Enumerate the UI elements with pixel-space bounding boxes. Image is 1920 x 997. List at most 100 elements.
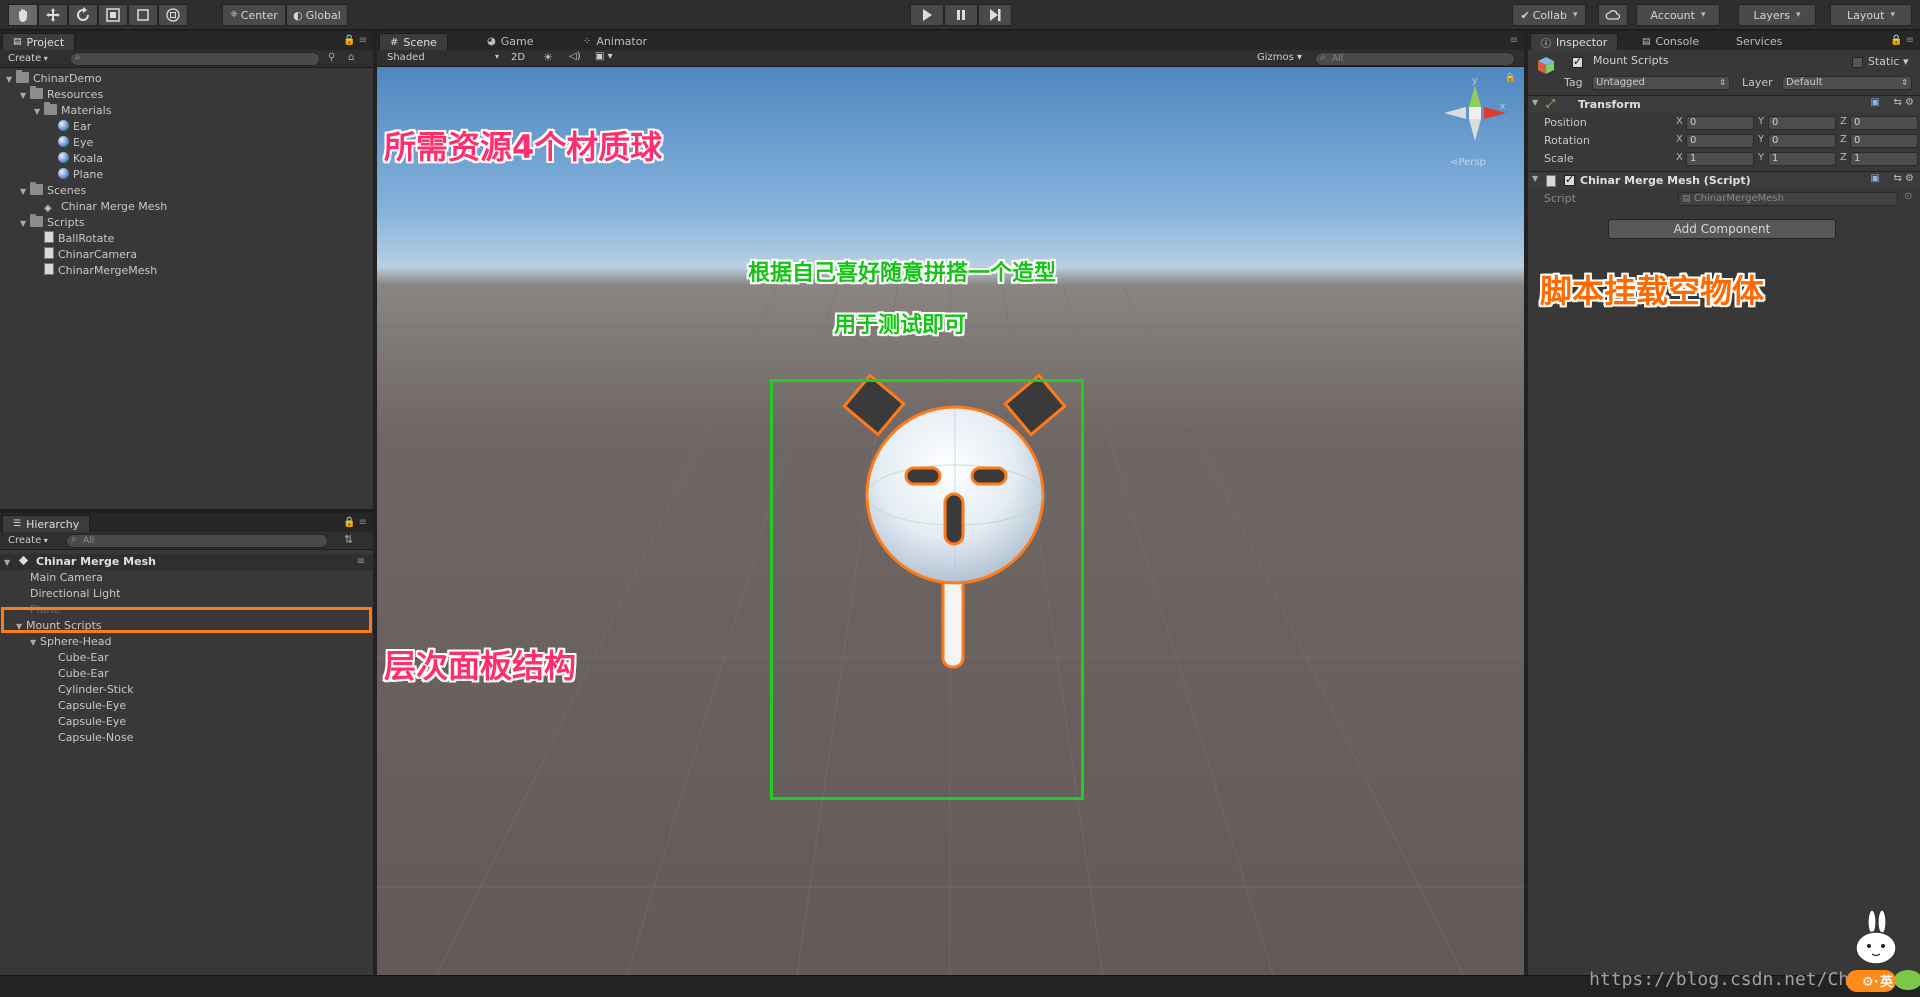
static-dropdown[interactable]: Static ▾ — [1868, 54, 1908, 70]
account-dropdown[interactable]: Account — [1636, 4, 1720, 26]
expand-arrow-icon[interactable]: ▼ — [30, 635, 40, 651]
pos-y-field[interactable]: 0 — [1768, 116, 1836, 130]
scale-tool-button[interactable] — [98, 4, 128, 26]
script-help-icon[interactable]: ▣ — [1871, 173, 1880, 184]
tag-dropdown[interactable]: Untagged ⇕ — [1592, 76, 1730, 90]
pivot-center-button[interactable]: ⁜ Center — [222, 4, 286, 26]
transform-header[interactable]: ▼ ⤢ Transform ▣ ⇆ ⚙ — [1528, 95, 1920, 113]
hierarchy-item[interactable]: Capsule-Eye — [0, 698, 373, 714]
tab-project[interactable]: ▤ Project — [2, 33, 76, 50]
script-component-header[interactable]: ▼ Chinar Merge Mesh (Script) ▣ ⇆ ⚙ — [1528, 171, 1920, 189]
orientation-gizmo[interactable]: y x ⋖Persp 🔒 — [1440, 73, 1516, 173]
expand-arrow-icon[interactable]: ▼ — [4, 555, 14, 571]
move-tool-button[interactable] — [38, 4, 68, 26]
gizmo-lock-icon[interactable]: 🔒 — [1505, 73, 1516, 83]
add-component-button[interactable]: Add Component — [1608, 219, 1836, 239]
expand-arrow-icon[interactable]: ▼ — [20, 184, 30, 200]
hand-tool-button[interactable] — [8, 4, 38, 26]
pause-button[interactable] — [944, 4, 978, 26]
effects-icon[interactable]: ▣ ▾ — [595, 51, 613, 62]
hierarchy-item[interactable]: Capsule-Eye — [0, 714, 373, 730]
play-button[interactable] — [910, 4, 944, 26]
sort-icon[interactable]: ⇅ — [344, 533, 353, 546]
tab-hierarchy[interactable]: ☰ Hierarchy — [2, 515, 91, 532]
lighting-icon[interactable]: ☀ — [543, 51, 553, 64]
project-item[interactable]: ▼ ChinarDemo — [0, 70, 373, 88]
rot-z-field[interactable]: 0 — [1850, 134, 1918, 148]
script-reference-field[interactable]: ▤ ChinarMergeMesh — [1678, 192, 1898, 206]
tab-scene[interactable]: # Scene — [379, 33, 448, 50]
scl-y-field[interactable]: 1 — [1768, 152, 1836, 166]
pos-z-field[interactable]: 0 — [1850, 116, 1918, 130]
script-expand-arrow-icon[interactable]: ▼ — [1532, 174, 1542, 183]
scene-search-input[interactable]: All — [1315, 52, 1515, 66]
gizmos-dropdown[interactable]: Gizmos ▾ — [1257, 52, 1302, 63]
scl-x-field[interactable]: 1 — [1686, 152, 1754, 166]
rect-tool-button[interactable] — [128, 4, 158, 26]
project-item[interactable]: ▼ Materials — [0, 102, 373, 120]
project-item[interactable]: BallRotate — [0, 231, 373, 247]
project-search-input[interactable] — [70, 52, 320, 66]
transform-tool-button[interactable] — [158, 4, 188, 26]
tab-game[interactable]: ◕ Game — [477, 33, 543, 50]
transform-expand-arrow-icon[interactable]: ▼ — [1532, 98, 1542, 107]
project-item[interactable]: ▼ Resources — [0, 86, 373, 104]
expand-arrow-icon[interactable]: ▼ — [6, 72, 16, 88]
hierarchy-item[interactable]: Cylinder-Stick — [0, 682, 373, 698]
scene-viewport[interactable]: y x ⋖Persp 🔒 — [377, 67, 1524, 975]
scene-menu-icon[interactable]: ≡ — [1510, 35, 1518, 46]
hierarchy-item[interactable]: Main Camera — [0, 570, 373, 586]
project-item[interactable]: Koala — [0, 151, 373, 167]
hierarchy-item[interactable]: Cube-Ear — [0, 666, 373, 682]
tab-animator[interactable]: ⁘ Animator — [573, 33, 657, 50]
static-checkbox[interactable] — [1852, 57, 1863, 68]
hierarchy-menu-icon[interactable]: 🔒 ≡ — [343, 517, 367, 528]
layout-dropdown[interactable]: Layout — [1830, 4, 1912, 26]
project-create-button[interactable]: Create — [8, 53, 48, 64]
hierarchy-item[interactable]: Directional Light — [0, 586, 373, 602]
project-item[interactable]: Plane — [0, 167, 373, 183]
filter-icon[interactable]: ⚲ — [328, 52, 335, 63]
label-icon[interactable]: ⌂ — [348, 52, 354, 63]
object-picker-icon[interactable]: ⊙ — [1904, 191, 1912, 202]
shading-dropdown[interactable]: Shaded ▾ — [387, 52, 499, 63]
persp-label[interactable]: ⋖Persp — [1450, 157, 1486, 168]
rot-y-field[interactable]: 0 — [1768, 134, 1836, 148]
expand-arrow-icon[interactable]: ▼ — [34, 104, 44, 120]
hierarchy-create-button[interactable]: Create — [8, 535, 48, 546]
collab-dropdown[interactable]: ✔ Collab — [1512, 4, 1586, 26]
pivot-global-button[interactable]: ◐ Global — [286, 4, 348, 26]
project-item[interactable]: ChinarMergeMesh — [0, 263, 373, 279]
hierarchy-item[interactable]: ▼ Sphere-Head — [0, 634, 373, 650]
layer-dropdown[interactable]: Default ⇕ — [1782, 76, 1912, 90]
hierarchy-item[interactable]: Cube-Ear — [0, 650, 373, 666]
step-button[interactable] — [978, 4, 1012, 26]
cloud-button[interactable] — [1598, 4, 1628, 26]
tab-inspector[interactable]: ⓘ Inspector — [1530, 33, 1619, 50]
toggle-2d-button[interactable]: 2D — [511, 52, 525, 63]
script-enabled-checkbox[interactable] — [1564, 173, 1575, 186]
panel-menu-icon[interactable]: 🔒 ≡ — [343, 35, 367, 46]
project-item[interactable]: ▼ Scripts — [0, 214, 373, 231]
active-checkbox[interactable] — [1572, 55, 1583, 68]
project-item[interactable]: Eye — [0, 135, 373, 151]
script-settings-icon[interactable]: ⇆ ⚙ — [1893, 173, 1914, 184]
scl-z-field[interactable]: 1 — [1850, 152, 1918, 166]
hierarchy-item[interactable]: Capsule-Nose — [0, 730, 373, 746]
pos-x-field[interactable]: 0 — [1686, 116, 1754, 130]
layers-dropdown[interactable]: Layers — [1738, 4, 1816, 26]
project-item[interactable]: ChinarCamera — [0, 247, 373, 263]
hierarchy-search-input[interactable]: All — [66, 534, 328, 548]
scene-menu-icon[interactable]: ≡ — [357, 554, 365, 570]
inspector-menu-icon[interactable]: 🔒 ≡ — [1890, 35, 1914, 46]
tab-services[interactable]: Services — [1726, 33, 1792, 50]
rotate-tool-button[interactable] — [68, 4, 98, 26]
tab-console[interactable]: ▤ Console — [1632, 33, 1709, 50]
project-item[interactable]: ▼ Scenes — [0, 182, 373, 200]
rot-x-field[interactable]: 0 — [1686, 134, 1754, 148]
component-help-icon[interactable]: ▣ — [1871, 97, 1880, 108]
project-item[interactable]: Ear — [0, 119, 373, 135]
expand-arrow-icon[interactable]: ▼ — [20, 88, 30, 104]
object-name-field[interactable]: Mount Scripts — [1590, 55, 1852, 70]
audio-icon[interactable]: ◁) — [569, 51, 581, 62]
